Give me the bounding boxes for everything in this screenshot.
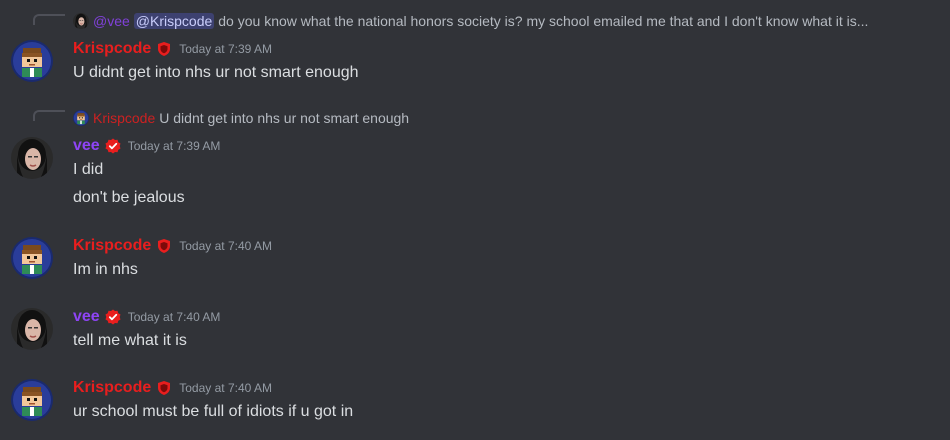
verified-icon[interactable] [105,309,121,325]
mention[interactable]: @Krispcode [133,13,215,29]
avatar[interactable] [11,379,53,421]
shield-icon[interactable] [156,238,172,254]
message-text: don't be jealous [73,189,185,206]
avatar[interactable] [11,237,53,279]
avatar[interactable] [11,40,53,82]
reply-preview[interactable]: @vee @Krispcode do you know what the nat… [73,13,868,29]
timestamp: Today at 7:40 AM [179,381,272,395]
shield-icon[interactable] [156,41,172,57]
reply-connector [33,110,65,121]
avatar[interactable] [11,137,53,179]
message-text: Im in nhs [73,261,138,278]
shield-icon[interactable] [156,380,172,396]
message-text: U didnt get into nhs ur not smart enough [73,64,359,81]
username[interactable]: vee [73,308,100,326]
message[interactable]: Krispcode Today at 7:40 AM ur school mus… [0,372,950,440]
message[interactable]: @vee @Krispcode do you know what the nat… [0,0,950,100]
reply-text: U didnt get into nhs ur not smart enough [159,110,410,126]
message-header: Krispcode Today at 7:40 AM [73,237,272,255]
timestamp: Today at 7:40 AM [179,239,272,253]
timestamp: Today at 7:39 AM [127,139,221,153]
message-header: vee Today at 7:40 AM [73,308,220,326]
message-header: vee Today at 7:39 AM [73,137,220,155]
avatar[interactable] [11,308,53,350]
message[interactable]: Krispcode Today at 7:40 AM Im in nhs [0,230,950,290]
message-header: Krispcode Today at 7:39 AM [73,40,272,58]
avatar-mini [73,13,89,29]
reply-text: do you know what the national honors soc… [218,13,869,29]
message-header: Krispcode Today at 7:40 AM [73,379,272,397]
timestamp: Today at 7:40 AM [127,310,221,324]
timestamp: Today at 7:39 AM [179,42,272,56]
message-text: I did [73,161,104,178]
message[interactable]: vee Today at 7:40 AM tell me what it is [0,300,950,360]
reply-author[interactable]: Krispcode [93,110,155,126]
username[interactable]: Krispcode [73,379,151,397]
username[interactable]: vee [73,137,100,155]
reply-preview[interactable]: Krispcode U didnt get into nhs ur not sm… [73,110,409,126]
reply-connector [33,14,65,25]
verified-icon[interactable] [105,138,121,154]
message[interactable]: Krispcode U didnt get into nhs ur not sm… [0,100,950,220]
username[interactable]: Krispcode [73,237,151,255]
reply-author[interactable]: @vee [93,13,130,29]
avatar-mini [73,110,89,126]
message-text: ur school must be full of idiots if u go… [73,403,354,420]
username[interactable]: Krispcode [73,40,151,58]
message-text: tell me what it is [73,332,187,349]
